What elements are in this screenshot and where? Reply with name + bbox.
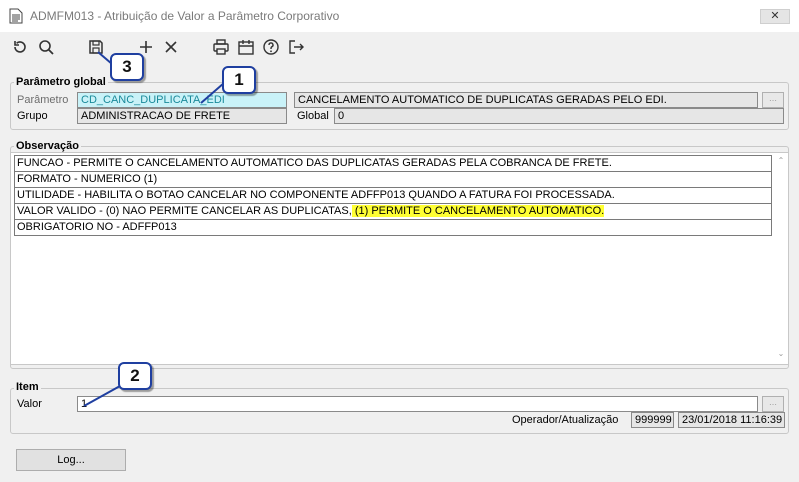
global-field: 0	[334, 108, 784, 124]
valor-lookup-button[interactable]: ⋯	[762, 396, 784, 412]
refresh-icon[interactable]	[9, 34, 31, 60]
calendar-icon[interactable]	[235, 34, 257, 60]
search-icon[interactable]	[35, 34, 57, 60]
delete-icon[interactable]	[160, 34, 182, 60]
exit-icon[interactable]	[285, 34, 307, 60]
log-button[interactable]: Log...	[16, 449, 126, 471]
operador-label: Operador/Atualização	[512, 414, 619, 426]
observacao-line: FORMATO - NUMERICO (1)	[14, 171, 772, 188]
operador-field: 999999	[631, 412, 674, 428]
observacao-line: OBRIGATORIO NO - ADFFP013	[14, 219, 772, 236]
parametro-lookup-button[interactable]: ⋯	[762, 92, 784, 108]
grupo-field: ADMINISTRACAO DE FRETE	[77, 108, 287, 124]
lookup-icon: ⋯	[769, 95, 777, 105]
parametro-global-legend: Parâmetro global	[14, 76, 108, 88]
valor-label: Valor	[17, 398, 42, 410]
scroll-down-icon[interactable]: ⌄	[775, 349, 787, 359]
parametro-description-field: CANCELAMENTO AUTOMATICO DE DUPLICATAS GE…	[294, 92, 758, 108]
scroll-up-icon[interactable]: ⌃	[775, 156, 787, 166]
document-icon	[9, 8, 23, 24]
observacao-legend: Observação	[14, 140, 81, 152]
close-icon: ✕	[770, 10, 780, 22]
callout-2: 2	[118, 362, 152, 390]
highlighted-text: (1) PERMITE O CANCELAMENTO AUTOMATICO.	[351, 205, 605, 217]
grupo-label: Grupo	[17, 110, 48, 122]
observacao-line: FUNCAO - PERMITE O CANCELAMENTO AUTOMATI…	[14, 155, 772, 172]
help-icon[interactable]	[260, 34, 282, 60]
close-button[interactable]: ✕	[760, 9, 790, 24]
observacao-line-text: VALOR VALIDO - (0) NAO PERMITE CANCELAR …	[17, 205, 352, 217]
global-label: Global	[297, 110, 329, 122]
atualizacao-field: 23/01/2018 11:16:39	[678, 412, 785, 428]
callout-3: 3	[110, 53, 144, 81]
valor-input[interactable]: 1	[77, 396, 758, 412]
observacao-line: VALOR VALIDO - (0) NAO PERMITE CANCELAR …	[14, 203, 772, 220]
callout-1: 1	[222, 66, 256, 94]
parametro-field[interactable]: CD_CANC_DUPLICATA_EDI	[77, 92, 287, 108]
parametro-label: Parâmetro	[17, 94, 69, 106]
item-legend: Item	[14, 381, 41, 393]
observacao-line: UTILIDADE - HABILITA O BOTAO CANCELAR NO…	[14, 187, 772, 204]
save-icon[interactable]	[85, 34, 107, 60]
lookup-icon: ⋯	[769, 399, 777, 409]
window-title: ADMFM013 - Atribuição de Valor a Parâmet…	[30, 9, 340, 23]
print-icon[interactable]	[210, 34, 232, 60]
